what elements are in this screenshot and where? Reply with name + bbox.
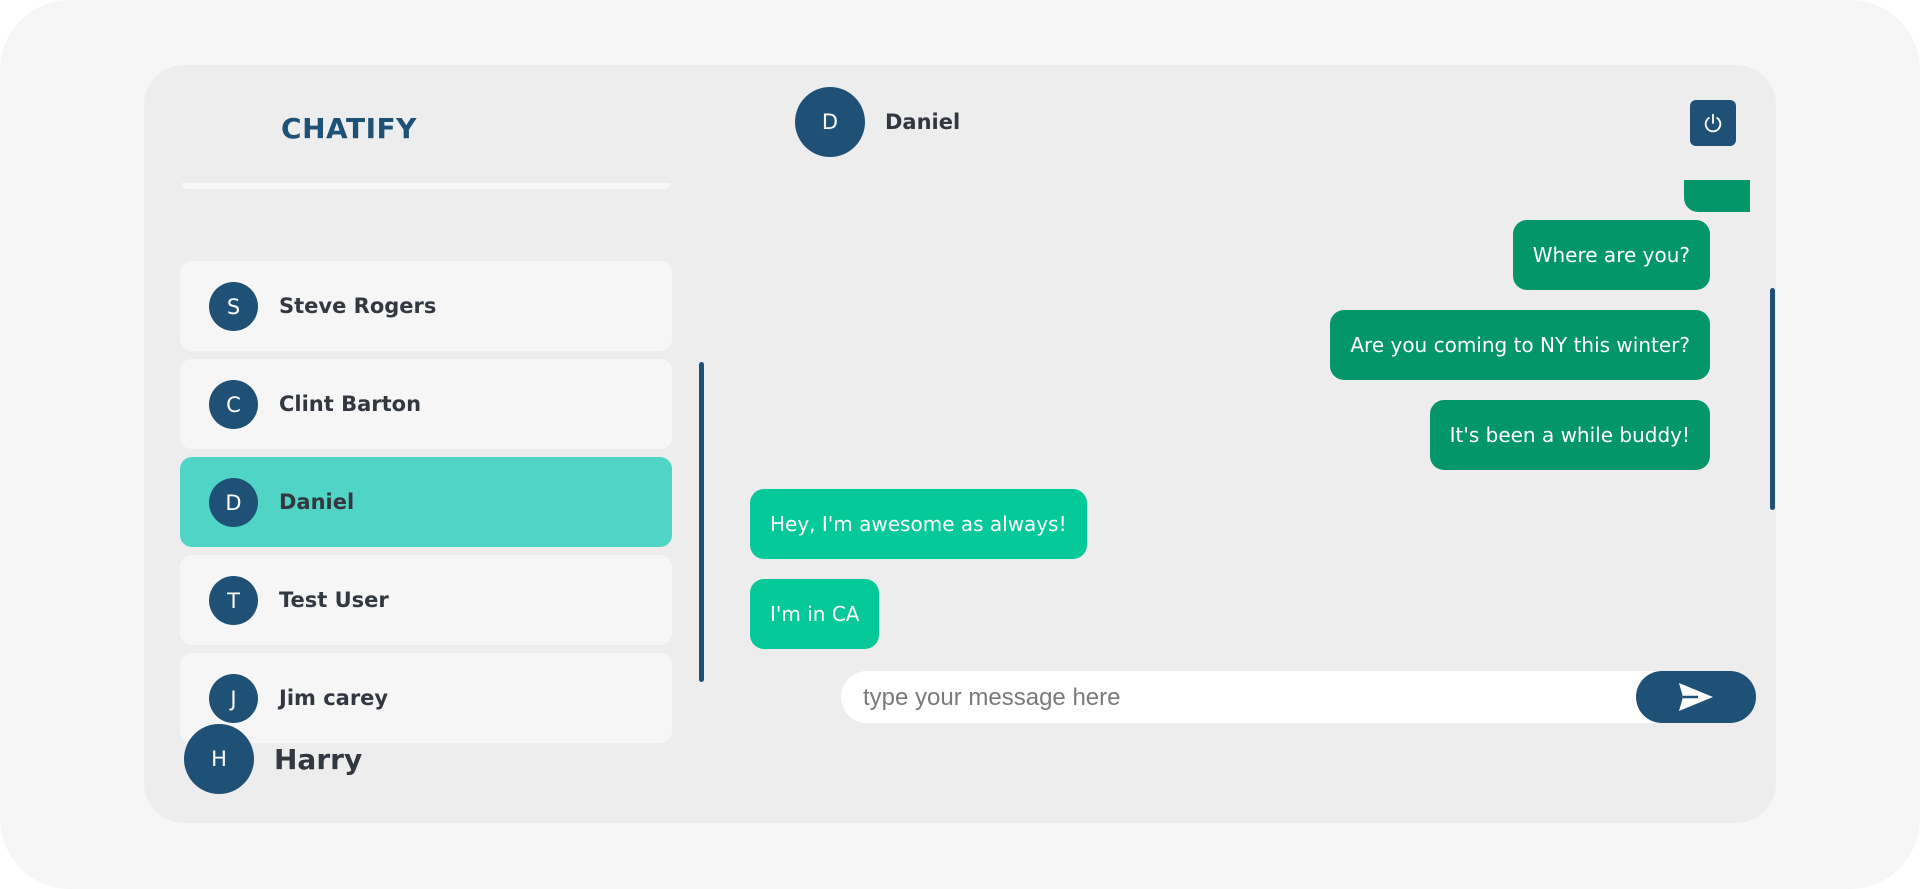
send-icon (1679, 683, 1713, 711)
contact-list: S Steve Rogers C Clint Barton D Daniel T… (180, 183, 672, 753)
chat-app: CHATIFY S Steve Rogers C Clint Barton D … (144, 65, 1776, 823)
contact-clint-barton[interactable]: C Clint Barton (180, 359, 672, 449)
send-button[interactable] (1636, 671, 1756, 723)
current-user: H Harry (184, 723, 362, 795)
contact-test-user[interactable]: T Test User (180, 555, 672, 645)
message-composer (841, 671, 1741, 725)
contact-name: Daniel (279, 490, 355, 514)
contact-list-scrollbar[interactable] (699, 362, 704, 682)
message-sent: It's been a while buddy! (1429, 400, 1710, 470)
current-user-avatar: H (184, 724, 254, 794)
chat-partner-avatar: D (795, 87, 865, 157)
power-icon (1704, 113, 1722, 133)
contact-name: Steve Rogers (279, 294, 437, 318)
page-background: CHATIFY S Steve Rogers C Clint Barton D … (0, 0, 1920, 889)
message-sent: Are you coming to NY this winter? (1330, 310, 1710, 380)
app-brand: CHATIFY (281, 111, 417, 145)
contact-avatar: S (209, 282, 258, 331)
contact-daniel[interactable]: D Daniel (180, 457, 672, 547)
contact-steve-rogers[interactable]: S Steve Rogers (180, 261, 672, 351)
message-list: Where are you? Are you coming to NY this… (750, 180, 1750, 725)
chat-partner-name: Daniel (885, 110, 961, 134)
contact-avatar: T (209, 576, 258, 625)
message-received: I'm in CA (750, 579, 880, 649)
contact-name: Test User (279, 588, 389, 612)
contact-avatar: J (209, 674, 258, 723)
message-sent: Where are you? (1512, 220, 1710, 290)
contact-card-partial[interactable] (182, 183, 670, 189)
contact-avatar: D (209, 478, 258, 527)
contact-name: Clint Barton (279, 392, 422, 416)
message-list-scrollbar[interactable] (1770, 288, 1775, 510)
message-received: Hey, I'm awesome as always! (750, 489, 1087, 559)
logout-button[interactable] (1690, 100, 1736, 146)
contact-avatar: C (209, 380, 258, 429)
message-bubble-partial (1684, 180, 1750, 212)
message-input[interactable] (861, 671, 1645, 725)
current-user-name: Harry (274, 742, 363, 776)
